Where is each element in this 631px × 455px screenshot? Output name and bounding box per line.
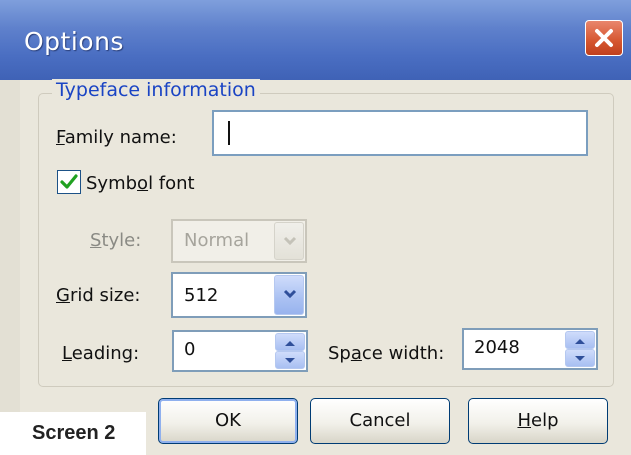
arrow-up-icon [285,341,295,346]
symbol-font-checkbox[interactable] [57,170,81,194]
style-value: Normal [184,230,250,251]
ok-button[interactable]: OK [158,398,298,444]
title-bar[interactable]: Options [0,0,631,80]
family-name-input[interactable] [212,110,588,156]
window-title: Options [24,27,124,56]
style-dropdown[interactable]: Normal [171,219,307,263]
space-width-decrement-button[interactable] [565,349,595,367]
family-name-label: Family name: [56,127,177,148]
chevron-down-icon [283,236,297,246]
caption-text: Screen 2 [32,422,116,444]
checkmark-icon [60,174,78,189]
cancel-button[interactable]: Cancel [310,398,450,444]
close-icon [595,29,613,47]
arrow-up-icon [575,339,585,344]
arrow-down-icon [575,356,585,361]
leading-increment-button[interactable] [275,333,305,351]
leading-label: Leading: [62,343,140,364]
space-width-value: 2048 [474,337,520,358]
arrow-down-icon [285,358,295,363]
space-width-spinner[interactable]: 2048 [462,328,598,370]
style-dropdown-button[interactable] [274,222,304,260]
text-caret [228,121,230,145]
leading-spin-buttons [275,333,305,369]
symbol-font-label[interactable]: Symbol font [86,173,195,194]
grid-size-value: 512 [184,285,219,306]
leading-decrement-button[interactable] [275,351,305,369]
grid-size-label: Grid size: [56,285,141,306]
space-width-label: Space width: [328,343,445,364]
help-button[interactable]: Help [468,398,608,444]
style-label: Style: [90,230,142,251]
space-width-increment-button[interactable] [565,331,595,349]
grid-size-dropdown-button[interactable] [274,275,304,315]
leading-value: 0 [184,339,196,360]
groupbox-title: Typeface information [52,79,260,101]
screen-caption: Screen 2 [0,412,146,455]
space-width-spin-buttons [565,331,595,367]
leading-spinner[interactable]: 0 [172,330,308,372]
chevron-down-icon [283,289,297,299]
close-button[interactable] [585,20,623,56]
grid-size-dropdown[interactable]: 512 [171,272,307,318]
